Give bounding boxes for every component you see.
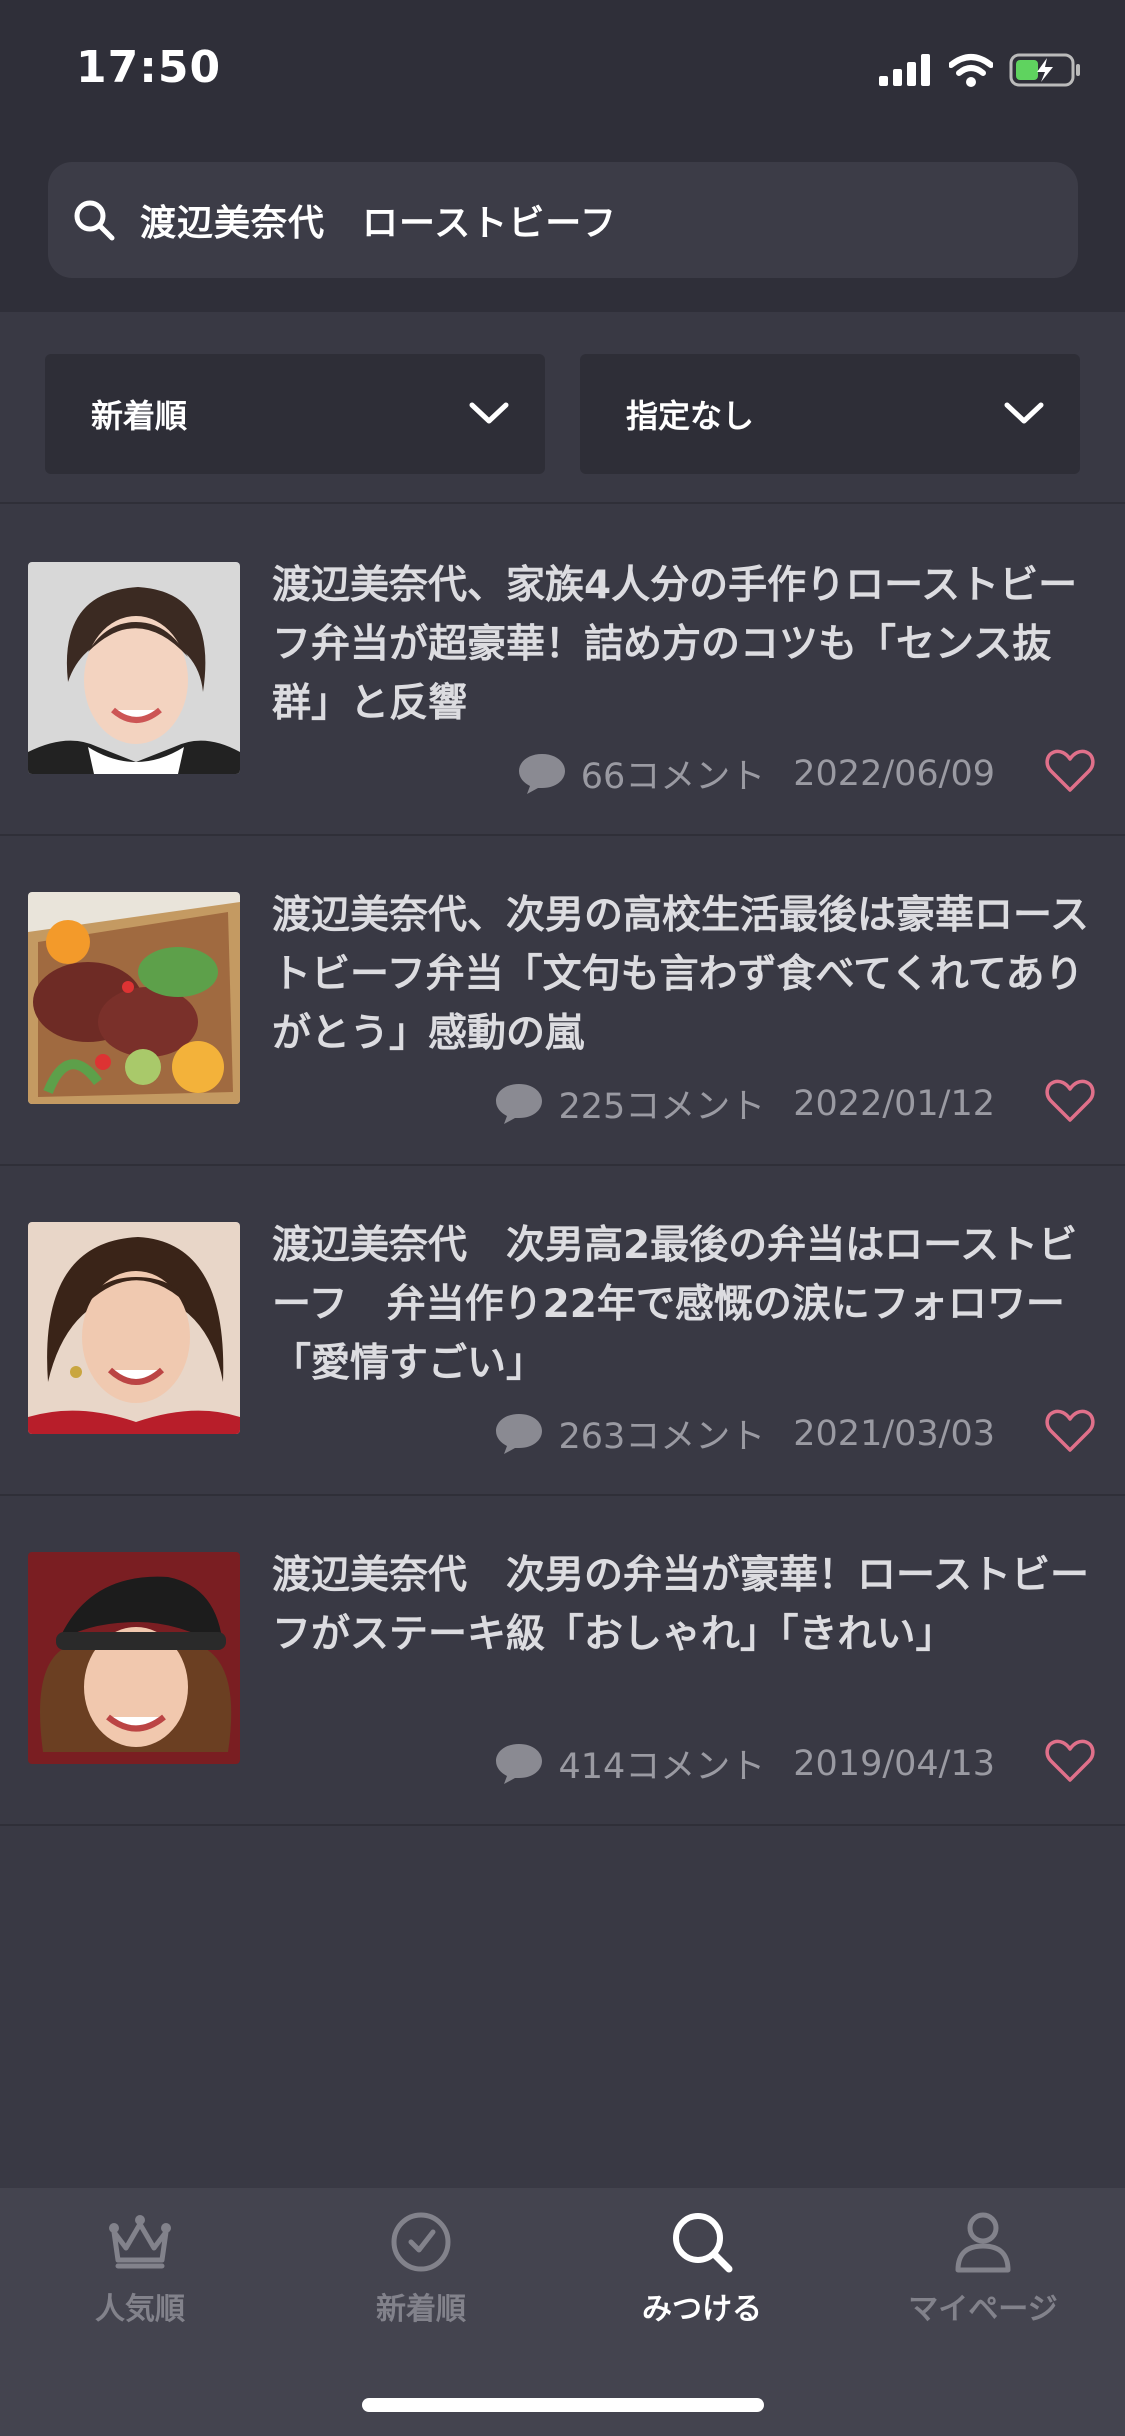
comment-icon (496, 1083, 543, 1124)
heart-icon[interactable] (1045, 1408, 1095, 1454)
period-dropdown[interactable]: 指定なし (580, 354, 1080, 474)
search-query[interactable]: 渡辺美奈代 ローストビーフ (140, 194, 617, 246)
article-meta: 66コメント 2022/06/09 (517, 748, 995, 799)
comment-icon (496, 1743, 543, 1784)
header: 17:50 渡辺美奈代 ローストビーフ (0, 0, 1125, 312)
chevron-down-icon (469, 402, 509, 424)
search-box[interactable]: 渡辺美奈代 ローストビーフ (48, 162, 1078, 278)
article-date: 2022/06/09 (793, 753, 995, 794)
article-date: 2022/01/12 (793, 1083, 995, 1124)
article-item[interactable]: 渡辺美奈代 次男の弁当が豪華！ローストビーフがステーキ級「おしゃれ」「きれい」 … (0, 1496, 1125, 1826)
signal-icon (879, 54, 930, 86)
article-thumbnail[interactable] (28, 562, 240, 774)
status-icons (879, 50, 1081, 90)
comment-icon (496, 1413, 543, 1454)
article-thumbnail[interactable] (28, 1552, 240, 1764)
article-item[interactable]: 渡辺美奈代、家族4人分の手作りローストビーフ弁当が超豪華！詰め方のコツも「センス… (0, 506, 1125, 836)
crown-icon (104, 2206, 176, 2278)
article-date: 2019/04/13 (793, 1743, 995, 1784)
article-title[interactable]: 渡辺美奈代、次男の高校生活最後は豪華ローストビーフ弁当「文句も言わず食べてくれて… (272, 886, 1092, 1063)
tab-label: 人気順 (95, 2292, 185, 2327)
comment-count: 66コメント (580, 757, 766, 797)
article-meta: 263コメント 2021/03/03 (494, 1408, 995, 1459)
filter-bar: 新着順 指定なし (0, 312, 1125, 504)
article-list: 渡辺美奈代、家族4人分の手作りローストビーフ弁当が超豪華！詰め方のコツも「センス… (0, 506, 1125, 1826)
clock-icon (385, 2206, 457, 2278)
article-title[interactable]: 渡辺美奈代、家族4人分の手作りローストビーフ弁当が超豪華！詰め方のコツも「センス… (272, 556, 1092, 733)
article-title[interactable]: 渡辺美奈代 次男の弁当が豪華！ローストビーフがステーキ級「おしゃれ」「きれい」 (272, 1546, 1092, 1664)
tab-label: みつける (642, 2292, 762, 2327)
article-date: 2021/03/03 (793, 1413, 995, 1454)
status-time: 17:50 (76, 42, 222, 93)
heart-icon[interactable] (1045, 1078, 1095, 1124)
article-meta: 225コメント 2022/01/12 (494, 1078, 995, 1129)
tab-newest[interactable]: 新着順 (321, 2206, 521, 2356)
search-icon (666, 2206, 738, 2278)
comment-count: 225コメント (558, 1087, 766, 1127)
sort-dropdown[interactable]: 新着順 (45, 354, 545, 474)
comment-count: 263コメント (558, 1417, 766, 1457)
comment-count: 414コメント (558, 1747, 766, 1787)
article-item[interactable]: 渡辺美奈代、次男の高校生活最後は豪華ローストビーフ弁当「文句も言わず食べてくれて… (0, 836, 1125, 1166)
battery-icon (1009, 53, 1080, 87)
person-icon (947, 2206, 1019, 2278)
home-indicator (362, 2398, 764, 2412)
heart-icon[interactable] (1045, 748, 1095, 794)
chevron-down-icon (1004, 402, 1044, 424)
sort-dropdown-label: 新着順 (91, 397, 188, 435)
period-dropdown-label: 指定なし (626, 397, 755, 435)
wifi-icon (949, 54, 993, 87)
article-title[interactable]: 渡辺美奈代 次男高2最後の弁当はローストビーフ 弁当作り22年で感慨の涙にフォロ… (272, 1216, 1092, 1393)
tab-mypage[interactable]: マイページ (883, 2206, 1083, 2356)
article-item[interactable]: 渡辺美奈代 次男高2最後の弁当はローストビーフ 弁当作り22年で感慨の涙にフォロ… (0, 1166, 1125, 1496)
article-thumbnail[interactable] (28, 892, 240, 1104)
article-thumbnail[interactable] (28, 1222, 240, 1434)
comment-icon (518, 753, 565, 794)
search-icon (70, 196, 118, 244)
tab-popular[interactable]: 人気順 (40, 2206, 240, 2356)
article-meta: 414コメント 2019/04/13 (494, 1738, 995, 1789)
tab-label: マイページ (908, 2292, 1058, 2327)
tab-label: 新着順 (376, 2292, 466, 2327)
tab-discover[interactable]: みつける (602, 2206, 802, 2356)
heart-icon[interactable] (1045, 1738, 1095, 1784)
